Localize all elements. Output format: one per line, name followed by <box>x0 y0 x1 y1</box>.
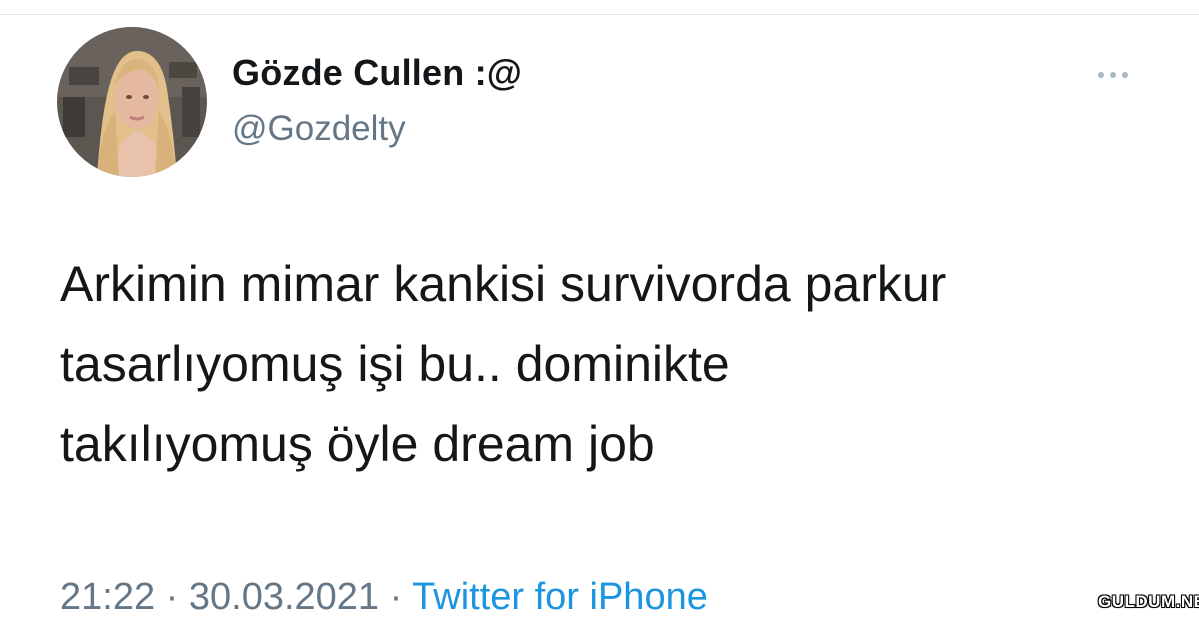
tweet-time[interactable]: 21:22 <box>60 576 155 618</box>
tweet-source-link[interactable]: Twitter for iPhone <box>412 576 708 618</box>
more-horizontal-icon <box>1098 72 1128 78</box>
watermark: GULDUM.NET <box>1098 592 1199 611</box>
tweet-date[interactable]: 30.03.2021 <box>189 576 379 618</box>
avatar[interactable] <box>57 27 207 177</box>
tweet-text-line: takılıyomuş öyle dream job <box>60 416 655 472</box>
meta-separator: · <box>155 576 189 618</box>
display-name[interactable]: Gözde Cullen :@ <box>232 52 522 94</box>
tweet-text-line: Arkimin mimar kankisi survivorda parkur <box>60 256 947 312</box>
tweet-metadata: 21:22 · 30.03.2021 · Twitter for iPhone <box>60 576 708 619</box>
meta-separator: · <box>379 576 413 618</box>
tweet-text: Arkimin mimar kankisi survivorda parkur … <box>60 244 1160 484</box>
top-divider <box>0 14 1199 15</box>
tweet-text-line: tasarlıyomuş işi bu.. dominikte <box>60 336 730 392</box>
user-handle[interactable]: @Gozdelty <box>232 109 406 149</box>
avatar-image <box>57 27 207 177</box>
more-options-button[interactable] <box>1090 62 1136 88</box>
